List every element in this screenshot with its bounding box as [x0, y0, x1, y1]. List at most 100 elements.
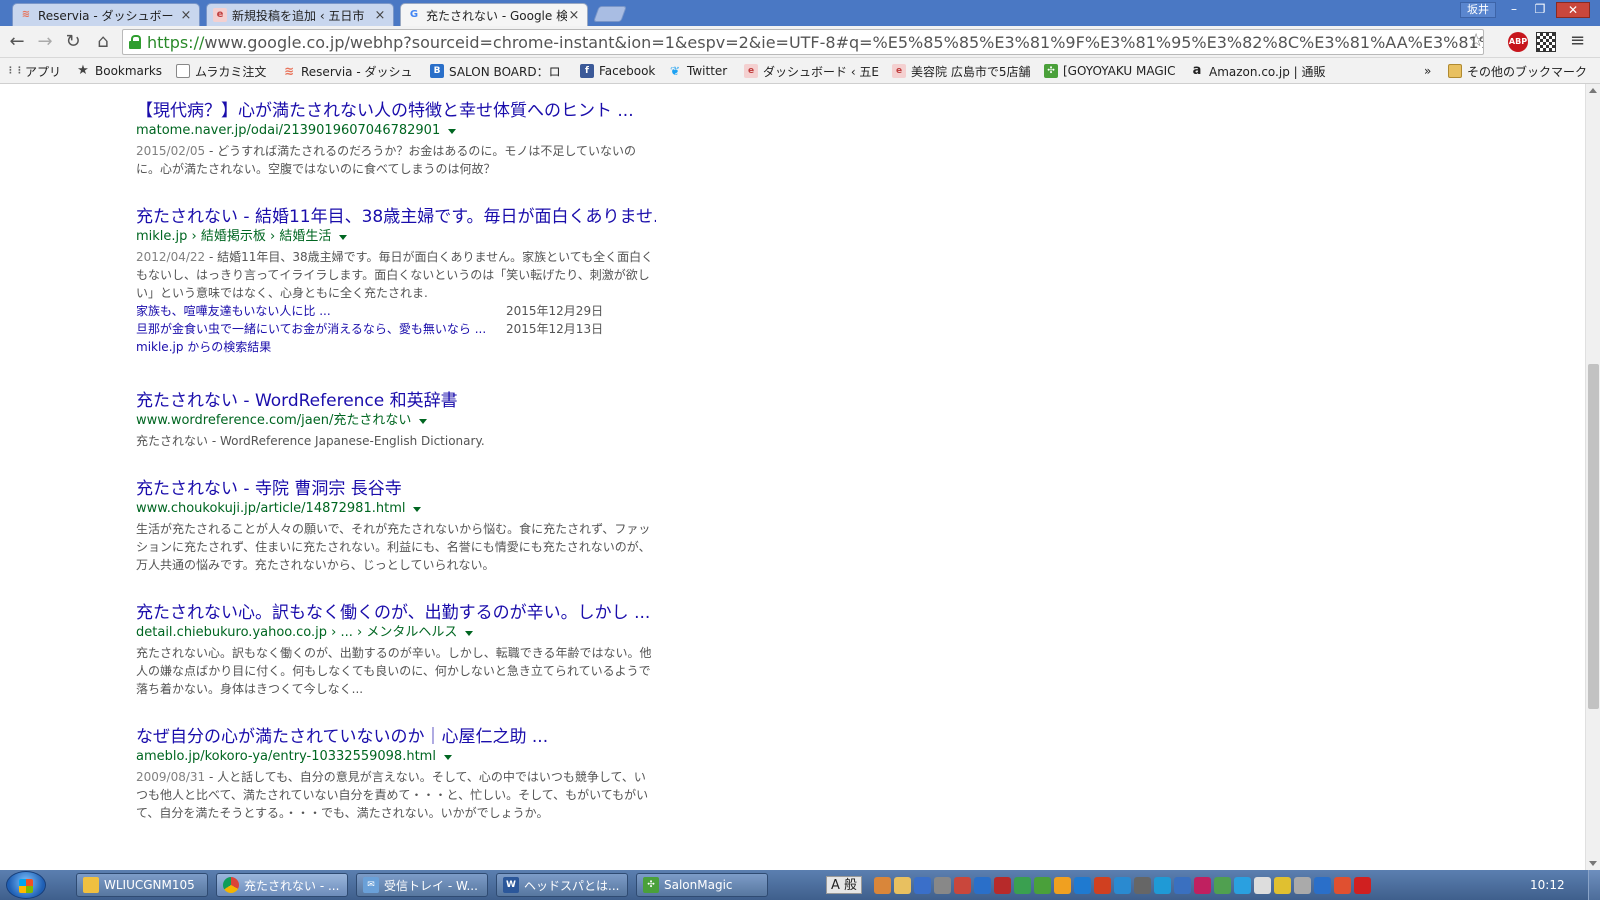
sub-result-link[interactable]: 旦那が金食い虫で一緒にいてお金が消えるなら、愛も無いなら ...: [136, 320, 506, 338]
bookmark-dashboard[interactable]: e ダッシュボード ‹ 五E: [744, 62, 884, 80]
bookmark-label: SALON BOARD：ロ: [449, 64, 561, 79]
bookmark-label: ムラカミ注文: [195, 64, 267, 79]
dropdown-caret-icon[interactable]: [413, 506, 422, 512]
acrobat-icon[interactable]: [994, 876, 1011, 894]
result-title-link[interactable]: 充たされない心。訳もなく働くのが、出勤するのが辛い。しかし ...: [136, 602, 656, 624]
taskbar-item-chrome[interactable]: 充たされない - ...: [216, 873, 348, 897]
address-bar[interactable]: https:// www.google.co.jp/webhp?sourceid…: [122, 29, 1484, 55]
bookmark-goyoyaku[interactable]: ✣ [GOYOYAKU MAGIC: [1044, 62, 1180, 80]
dropdown-caret-icon[interactable]: [465, 630, 474, 636]
profile-badge[interactable]: 坂井: [1460, 2, 1496, 18]
bookmark-salon-board[interactable]: B SALON BOARD：ロ: [430, 62, 566, 80]
bookmark-twitter[interactable]: ❦ Twitter: [668, 62, 736, 80]
other-bookmarks[interactable]: その他のブックマーク: [1448, 62, 1596, 80]
dropdown-caret-icon[interactable]: [339, 234, 348, 240]
bookmark-reservia[interactable]: ≋ Reservia - ダッシュ: [282, 62, 420, 80]
minimize-icon[interactable]: –: [1502, 2, 1526, 18]
scrollbar-thumb[interactable]: [1588, 364, 1599, 709]
taskbar-item-folder[interactable]: WLIUCGNM105: [76, 873, 208, 897]
scroll-down-arrow-icon[interactable]: [1589, 861, 1597, 866]
search-results-page: 【現代病？】心が満たされない人の特徴と幸せ体質へのヒント ... matome.…: [0, 84, 1585, 870]
tray-app-icon[interactable]: [954, 876, 971, 894]
adblock-plus-icon[interactable]: ABP: [1508, 32, 1528, 52]
result-title-link[interactable]: 【現代病？】心が満たされない人の特徴と幸せ体質へのヒント ...: [136, 100, 656, 122]
close-icon[interactable]: ×: [567, 8, 581, 23]
result-title-link[interactable]: 充たされない - WordReference 和英辞書: [136, 390, 656, 412]
tray-app-icon[interactable]: [1034, 876, 1051, 894]
result-title-link[interactable]: 充たされない - 結婚11年目、38歳主婦です。毎日が面白くありませ...: [136, 206, 656, 228]
bookmark-amazon[interactable]: a Amazon.co.jp | 通販: [1190, 62, 1328, 80]
tray-app-icon[interactable]: [1154, 876, 1171, 894]
taskbar-item-label: 受信トレイ - W...: [384, 878, 478, 893]
tray-app-icon[interactable]: [1014, 876, 1031, 894]
sub-result-link[interactable]: 家族も、喧嘩友達もいない人に比 ...: [136, 302, 506, 320]
sub-result-row: 家族も、喧嘩友達もいない人に比 ... 2015年12月29日: [136, 302, 656, 320]
start-button[interactable]: [6, 871, 46, 899]
tray-app-icon[interactable]: [974, 876, 991, 894]
bookmark-salon-hiroshima[interactable]: e 美容院 広島市で5店舗: [892, 62, 1036, 80]
taskbar-item-salonmagic[interactable]: ✣ SalonMagic: [636, 873, 768, 897]
tray-app-icon[interactable]: [1094, 876, 1111, 894]
result-title-link[interactable]: 充たされない - 寺院 曹洞宗 長谷寺: [136, 478, 656, 500]
ime-indicator[interactable]: A 般: [826, 876, 863, 894]
back-arrow-icon[interactable]: ←: [6, 31, 28, 53]
tray-app-icon[interactable]: [894, 876, 911, 894]
tab-new-post[interactable]: e 新規投稿を追加 ‹ 五日市 ×: [206, 3, 394, 26]
flag-icon[interactable]: [1274, 876, 1291, 894]
bookmark-murakami[interactable]: ムラカミ注文: [176, 62, 272, 80]
vertical-scrollbar[interactable]: [1585, 84, 1600, 870]
tray-app-icon[interactable]: [1234, 876, 1251, 894]
tray-app-icon[interactable]: [1314, 876, 1331, 894]
clock[interactable]: 10:12: [1530, 878, 1565, 892]
bookmark-apps[interactable]: ⋮⋮ アプリ: [6, 62, 66, 80]
taskbar-item-label: 充たされない - ...: [244, 878, 340, 893]
menu-hamburger-icon[interactable]: ≡: [1570, 32, 1588, 50]
reload-icon[interactable]: ↻: [62, 31, 84, 53]
tray-app-icon[interactable]: [1114, 876, 1131, 894]
tab-title: 新規投稿を追加 ‹ 五日市: [232, 8, 365, 23]
result-title-link[interactable]: なぜ自分の心が満たされていないのか｜心屋仁之助 ...: [136, 726, 656, 748]
windows-icon[interactable]: [1074, 876, 1091, 894]
url-text: www.google.co.jp/webhp?sourceid=chrome-i…: [204, 32, 1484, 52]
close-window-icon[interactable]: ✕: [1556, 2, 1590, 18]
dropdown-caret-icon[interactable]: [419, 418, 428, 424]
bookmark-star-icon[interactable]: ☆: [1468, 30, 1484, 51]
volume-icon[interactable]: [1294, 876, 1311, 894]
home-icon[interactable]: ⌂: [92, 31, 114, 53]
scroll-up-arrow-icon[interactable]: [1589, 88, 1597, 93]
new-tab-button[interactable]: [593, 6, 627, 22]
dropdown-caret-icon[interactable]: [448, 128, 457, 134]
speaker-icon[interactable]: [1134, 876, 1151, 894]
tab-google-search[interactable]: G 充たされない - Google 検 ×: [400, 3, 588, 26]
forward-arrow-icon[interactable]: →: [34, 31, 56, 53]
tray-app-icon[interactable]: [874, 876, 891, 894]
show-desktop-button[interactable]: [1588, 870, 1600, 900]
page-icon: [176, 64, 190, 78]
tray-app-icon[interactable]: [1194, 876, 1211, 894]
browser-toolbar: ← → ↻ ⌂ https:// www.google.co.jp/webhp?…: [0, 26, 1600, 58]
tray-app-icon[interactable]: [1334, 876, 1351, 894]
taskbar-item-word[interactable]: W ヘッドスパとは...: [496, 873, 628, 897]
taskbar-item-mail[interactable]: ✉ 受信トレイ - W...: [356, 873, 488, 897]
bookmarks-overflow-chevron[interactable]: »: [1424, 62, 1436, 80]
bookmark-bookmarks[interactable]: ★ Bookmarks: [76, 62, 168, 80]
dropdown-caret-icon[interactable]: [443, 754, 452, 760]
result-date: 2012/04/22: [136, 250, 206, 264]
tab-strip: ≋ Reservia - ダッシュボー × e 新規投稿を追加 ‹ 五日市 × …: [0, 0, 1600, 26]
tray-app-icon[interactable]: [1174, 876, 1191, 894]
restore-icon[interactable]: ❐: [1528, 2, 1552, 18]
result-snippet: 充たされない心。訳もなく働くのが、出勤するのが辛い。しかし、転職できる年齢ではな…: [136, 646, 652, 696]
close-icon[interactable]: ×: [179, 8, 193, 23]
extension-checker-icon[interactable]: [1536, 32, 1556, 52]
tab-reservia[interactable]: ≋ Reservia - ダッシュボー ×: [12, 3, 200, 26]
close-icon[interactable]: ×: [373, 8, 387, 23]
help-icon[interactable]: [914, 876, 931, 894]
tray-app-icon[interactable]: [1214, 876, 1231, 894]
more-results-link[interactable]: mikle.jp からの検索結果: [136, 338, 656, 356]
search-result: 【現代病？】心が満たされない人の特徴と幸せ体質へのヒント ... matome.…: [136, 100, 656, 178]
bookmark-facebook[interactable]: f Facebook: [580, 62, 660, 80]
network-icon[interactable]: [1254, 876, 1271, 894]
tray-app-icon[interactable]: [1054, 876, 1071, 894]
result-snippet: 2012/04/22 - 結婚11年目、38歳主婦です。毎日が面白くありません。…: [136, 248, 656, 302]
tray-app-icon[interactable]: [1354, 876, 1371, 894]
